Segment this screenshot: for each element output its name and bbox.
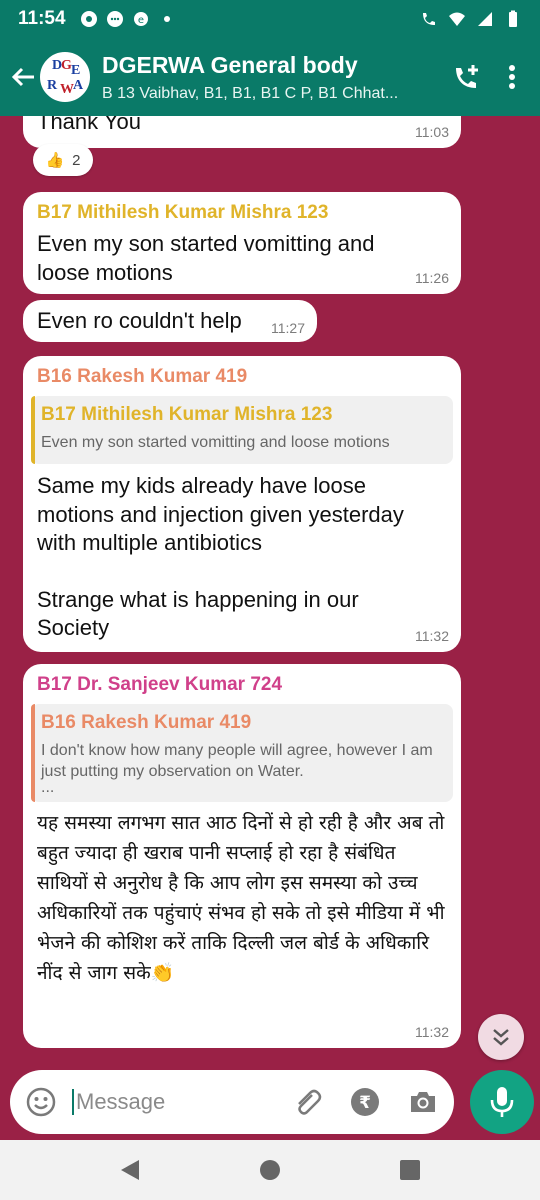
- more-options-icon[interactable]: [508, 64, 516, 90]
- avatar-letter: R: [47, 78, 58, 93]
- nav-back-icon[interactable]: [119, 1159, 141, 1181]
- quoted-sender: B17 Mithilesh Kumar Mishra 123: [41, 404, 333, 425]
- quoted-text: Even my son started vomitting and loose …: [41, 434, 390, 451]
- message-time: 11:26: [415, 270, 449, 286]
- status-bar: 11:54 e: [0, 0, 540, 38]
- scroll-to-bottom-button[interactable]: [478, 1014, 524, 1060]
- double-chevron-down-icon: [493, 1029, 509, 1046]
- message-text: यह समस्या लगभग सात आठ दिनों से हो रही है…: [37, 812, 445, 984]
- quoted-sender: B16 Rakesh Kumar 419: [41, 712, 252, 733]
- svg-text:e: e: [137, 15, 143, 26]
- sender-name[interactable]: B17 Dr. Sanjeev Kumar 724: [31, 664, 453, 696]
- svg-text:₹: ₹: [359, 1093, 371, 1113]
- message-text: Strange what is happening in our Society: [37, 586, 359, 641]
- back-button[interactable]: [0, 64, 40, 90]
- message-text: Same my kids already have loose motions …: [37, 473, 404, 555]
- message-bubble[interactable]: Even ro couldn't help 11:27: [23, 300, 317, 342]
- chat-notification-icon: [106, 11, 123, 27]
- message-text: Thank You: [37, 116, 141, 134]
- microphone-icon: [490, 1087, 514, 1117]
- quoted-message[interactable]: B16 Rakesh Kumar 419 I don't know how ma…: [31, 704, 453, 802]
- notification-icons: e: [80, 10, 176, 28]
- thumbs-up-icon: 👍: [45, 152, 65, 169]
- nav-home-icon[interactable]: [259, 1159, 281, 1181]
- group-avatar[interactable]: D G E R W A: [40, 52, 90, 102]
- sender-name[interactable]: B16 Rakesh Kumar 419: [31, 356, 453, 388]
- wifi-call-icon: [423, 13, 435, 25]
- quoted-text: I don't know how many people will agree,…: [41, 742, 433, 780]
- system-navigation-bar: [0, 1140, 540, 1200]
- message-time: 11:32: [415, 1024, 449, 1040]
- rupee-payment-icon[interactable]: ₹: [350, 1087, 380, 1117]
- message-list[interactable]: Thank You 11:03 👍 2 B17 Mithilesh Kumar …: [0, 116, 540, 1056]
- attach-icon[interactable]: [292, 1087, 322, 1117]
- camera-icon[interactable]: [408, 1087, 438, 1117]
- quoted-message[interactable]: B17 Mithilesh Kumar Mishra 123 Even my s…: [31, 396, 453, 464]
- avatar-letter: W: [60, 82, 74, 97]
- message-bubble[interactable]: B17 Mithilesh Kumar Mishra 123 Even my s…: [23, 192, 461, 294]
- emoji-icon[interactable]: [26, 1087, 56, 1117]
- reaction-count: 2: [72, 151, 81, 169]
- game-icon: [80, 11, 97, 27]
- signal-icon: [478, 12, 492, 26]
- message-text: Even my son started vomitting and loose …: [37, 231, 375, 285]
- message-text: Even ro couldn't help: [37, 308, 242, 333]
- group-members: B 13 Vaibhav, B1, B1, B1 C P, B1 Chhat..…: [102, 84, 399, 102]
- system-icons: [420, 10, 522, 28]
- message-bubble[interactable]: B17 Dr. Sanjeev Kumar 724 B16 Rakesh Kum…: [23, 664, 461, 1048]
- group-title: DGERWA General body: [102, 51, 358, 78]
- message-time: 11:32: [415, 628, 449, 644]
- chat-info[interactable]: DGERWA General body B 13 Vaibhav, B1, B1…: [102, 52, 452, 103]
- sender-name[interactable]: B17 Mithilesh Kumar Mishra 123: [37, 192, 447, 224]
- chat-header: D G E R W A DGERWA General body B 13 Vai…: [0, 38, 540, 116]
- message-input[interactable]: Message: [72, 1089, 292, 1115]
- message-bubble[interactable]: Thank You 11:03: [23, 116, 461, 148]
- avatar-letter: A: [73, 78, 84, 93]
- app-notification-icon: e: [133, 12, 148, 26]
- voice-message-button[interactable]: [470, 1070, 534, 1134]
- battery-icon: [509, 10, 517, 27]
- message-time: 11:03: [415, 124, 449, 140]
- add-call-icon[interactable]: [452, 62, 482, 92]
- nav-recents-icon[interactable]: [399, 1159, 421, 1181]
- message-bubble[interactable]: B16 Rakesh Kumar 419 B17 Mithilesh Kumar…: [23, 356, 461, 652]
- message-time: 11:27: [271, 320, 305, 336]
- status-time: 11:54: [18, 8, 66, 29]
- avatar-letter: E: [71, 63, 81, 78]
- back-arrow-icon: [11, 67, 34, 87]
- reaction-badge[interactable]: 👍 2: [33, 144, 93, 176]
- quoted-more: ...: [41, 779, 55, 796]
- message-composer: Message ₹: [10, 1070, 454, 1134]
- dot-icon: [163, 16, 170, 22]
- wifi-icon: [449, 12, 465, 26]
